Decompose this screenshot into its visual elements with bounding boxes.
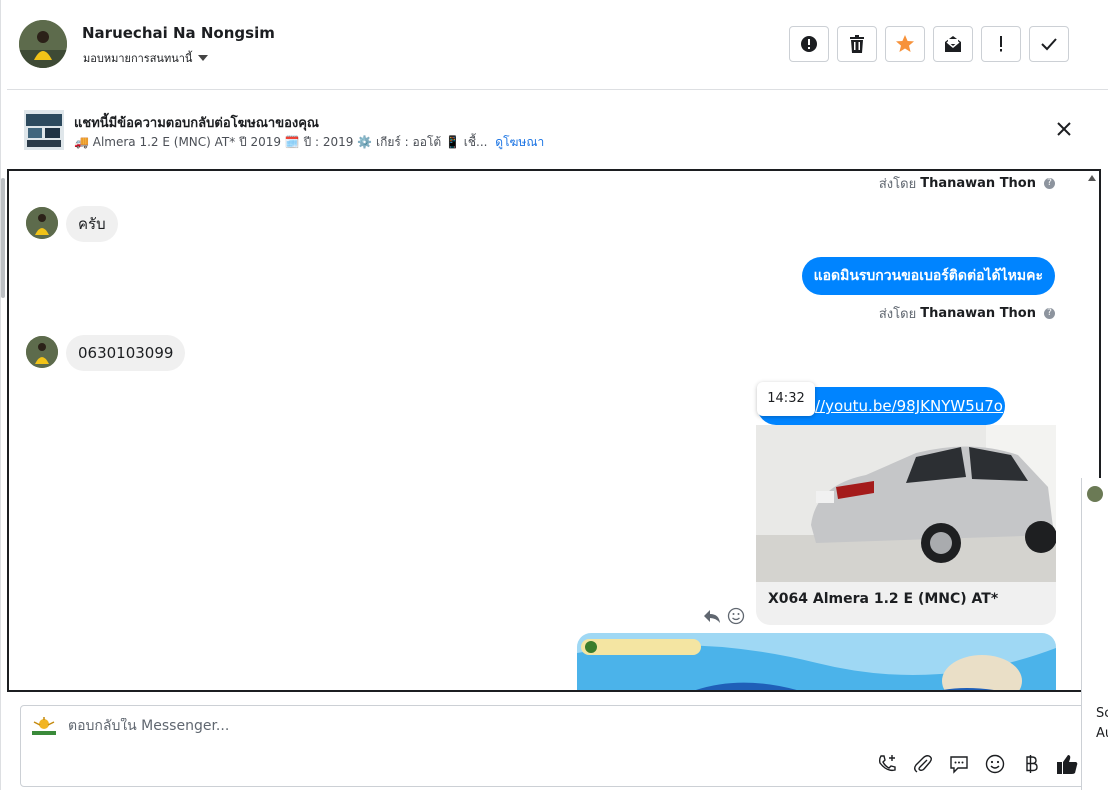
emoji-button[interactable] — [983, 752, 1007, 776]
paperclip-icon — [914, 755, 932, 773]
trash-icon — [850, 35, 864, 53]
mark-done-button[interactable] — [1029, 26, 1069, 62]
attach-button[interactable] — [911, 752, 935, 776]
ad-reply-banner: แชทนี้มีข้อความตอบกลับต่อโฆษณาของคุณ 🚚 A… — [7, 90, 1108, 168]
link-preview-card[interactable]: X064 Almera 1.2 E (MNC) AT* — [756, 425, 1056, 625]
contact-avatar-tiny — [1087, 486, 1103, 502]
close-icon[interactable] — [1055, 120, 1073, 138]
composer-toolbar — [875, 752, 1079, 776]
reply-icon[interactable] — [703, 607, 721, 625]
page-logo-icon — [32, 717, 56, 735]
promo-image[interactable] — [577, 633, 1056, 690]
conversation-header: Naruechai Na Nongsim มอบหมายการสนทนานี้ — [7, 0, 1108, 90]
view-ad-link[interactable]: ดูโฆษณา — [495, 135, 544, 149]
phone-plus-icon — [878, 755, 896, 772]
incoming-message[interactable]: ครับ — [66, 206, 118, 242]
contact-avatar[interactable] — [19, 20, 67, 68]
envelope-open-icon — [945, 36, 961, 52]
reply-input[interactable] — [68, 718, 668, 734]
ad-thumbnail — [24, 110, 64, 150]
like-button[interactable] — [1055, 752, 1079, 776]
card-title: X064 Almera 1.2 E (MNC) AT* — [768, 591, 999, 607]
outgoing-message[interactable]: แอดมินรบกวนขอเบอร์ติดต่อได้ไหมคะ — [801, 257, 1055, 295]
message-thread[interactable]: ส่งโดย Thanawan Thon ? ครับ แอดมินรบกวนข… — [7, 169, 1101, 692]
ad-banner-title: แชทนี้มีข้อความตอบกลับต่อโฆษณาของคุณ — [74, 116, 319, 131]
star-icon — [896, 35, 914, 52]
help-icon[interactable]: ? — [1044, 178, 1055, 189]
alert-circle-icon — [801, 36, 817, 52]
sent-by-prefix: ส่งโดย — [878, 177, 917, 192]
sent-by-label: ส่งโดย Thanawan Thon ? — [879, 303, 1055, 324]
check-icon — [1041, 38, 1057, 51]
incoming-message[interactable]: 0630103099 — [66, 335, 186, 371]
exclamation-icon — [1000, 36, 1002, 52]
ad-description-text: 🚚 Almera 1.2 E (MNC) AT* ปี 2019 🗓️ ปี :… — [74, 135, 488, 149]
caret-down-icon — [198, 55, 209, 61]
saved-replies-button[interactable] — [947, 752, 971, 776]
contact-name: Naruechai Na Nongsim — [82, 24, 275, 42]
star-button[interactable] — [885, 26, 925, 62]
smiley-icon — [985, 754, 1005, 774]
assign-label: มอบหมายการสนทนานี้ — [83, 52, 193, 65]
thumbs-up-icon — [1057, 755, 1078, 774]
mark-unread-button[interactable] — [933, 26, 973, 62]
car-preview-image — [756, 425, 1056, 582]
report-spam-button[interactable] — [789, 26, 829, 62]
payment-button[interactable] — [1019, 752, 1043, 776]
ad-banner-description: 🚚 Almera 1.2 E (MNC) AT* ปี 2019 🗓️ ปี :… — [74, 133, 544, 152]
contact-avatar-small — [26, 336, 58, 368]
agent-name: Thanawan Thon — [920, 176, 1036, 191]
left-scrollbar[interactable] — [1, 178, 5, 298]
help-icon[interactable]: ? — [1044, 308, 1055, 319]
scroll-up-arrow[interactable] — [1088, 175, 1096, 181]
side-panel-fragment: Sc Au — [1081, 478, 1108, 790]
side-text-line: Sc — [1096, 706, 1108, 721]
follow-up-button[interactable] — [981, 26, 1021, 62]
call-button[interactable] — [875, 752, 899, 776]
inbox-conversation-view: Naruechai Na Nongsim มอบหมายการสนทนานี้ — [0, 0, 1108, 790]
assign-conversation-dropdown[interactable]: มอบหมายการสนทนานี้ — [83, 49, 209, 67]
agent-name: Thanawan Thon — [920, 306, 1036, 321]
chat-dots-icon — [950, 756, 968, 774]
contact-avatar-small — [26, 207, 58, 239]
emoji-react-icon[interactable] — [727, 607, 745, 625]
timestamp-tooltip: 14:32 — [757, 382, 815, 416]
delete-button[interactable] — [837, 26, 877, 62]
sent-by-prefix: ส่งโดย — [878, 307, 917, 322]
reply-composer — [20, 705, 1090, 787]
message-tools — [703, 607, 745, 625]
baht-icon — [1026, 755, 1038, 773]
sent-by-label: ส่งโดย Thanawan Thon ? — [879, 173, 1055, 194]
side-text-line: Au — [1096, 726, 1108, 741]
conversation-actions — [789, 26, 1069, 62]
